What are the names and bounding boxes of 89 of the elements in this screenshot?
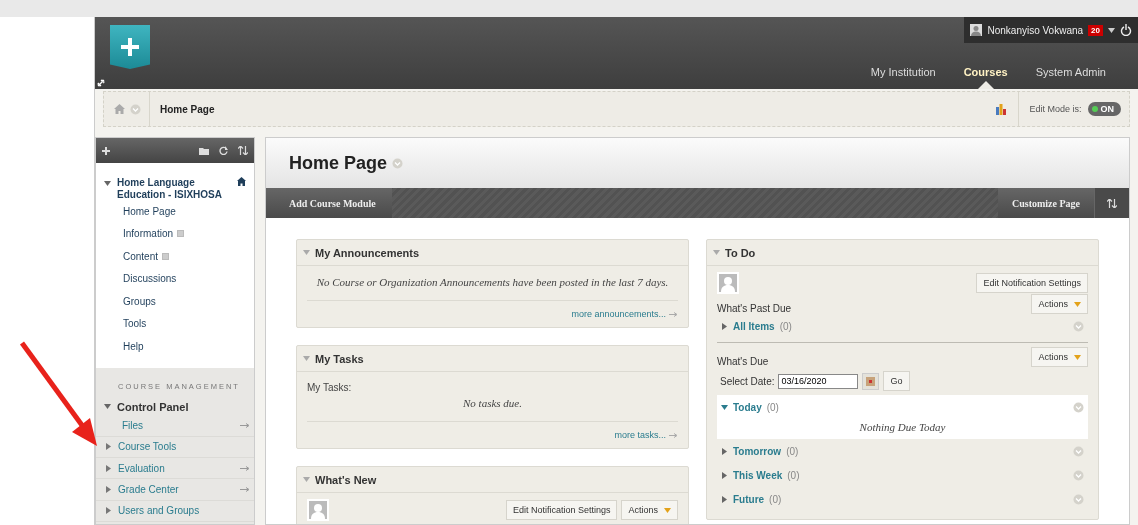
menu-link[interactable]: Users and Groups <box>112 505 250 517</box>
module-title: What's New <box>315 473 377 486</box>
module-title: My Tasks <box>315 352 364 365</box>
menu-link[interactable]: Home Page <box>123 205 176 217</box>
arrow-icon[interactable] <box>669 311 678 317</box>
menu-link[interactable]: Grade Center <box>112 484 240 496</box>
control-panel-heading[interactable]: Control Panel <box>117 400 189 413</box>
nav-tab[interactable]: System Admin <box>1021 60 1120 89</box>
home-icon[interactable] <box>237 177 246 186</box>
expand-triangle-icon[interactable] <box>721 447 728 455</box>
caret-icon <box>664 507 671 513</box>
tasks-label: My Tasks: <box>307 381 353 393</box>
power-icon[interactable] <box>1120 24 1132 36</box>
collapse-triangle-icon[interactable] <box>104 403 111 410</box>
section-label: What's Past Due <box>717 302 792 314</box>
expand-triangle-icon[interactable] <box>105 507 112 515</box>
expand-triangle-icon[interactable] <box>721 471 728 479</box>
avatar-placeholder <box>717 272 739 294</box>
notification-badge[interactable]: 20 <box>1088 24 1103 36</box>
course-title[interactable]: Home Language Education - ISIXHOSA <box>117 177 231 200</box>
module-title: My Announcements <box>315 246 420 259</box>
item-count: (0) <box>787 469 801 481</box>
collapse-triangle-icon[interactable] <box>721 403 728 411</box>
menu-link[interactable]: Information <box>123 228 174 240</box>
edit-mode-toggle[interactable]: ON <box>1087 102 1121 116</box>
user-icon <box>970 24 983 36</box>
expand-triangle-icon[interactable] <box>105 486 112 494</box>
caret-icon <box>1074 301 1081 307</box>
more-link[interactable]: more tasks... <box>614 430 666 440</box>
item-count: (0) <box>769 493 783 505</box>
user-name[interactable]: Nonkanyiso Vokwana <box>987 24 1084 36</box>
customize-page-button[interactable]: Customize Page <box>997 188 1094 218</box>
folder-icon[interactable] <box>199 146 209 155</box>
sort-icon[interactable] <box>238 146 248 155</box>
section-label: What's Due <box>717 355 769 367</box>
nav-tab[interactable]: My Institution <box>856 60 950 89</box>
group-link[interactable]: Tomorrow <box>733 445 782 457</box>
group-link[interactable]: Today <box>733 401 762 413</box>
expand-triangle-icon[interactable] <box>105 464 112 472</box>
item-count: (0) <box>779 320 793 332</box>
date-field[interactable]: 03/16/2020 <box>778 373 859 389</box>
menu-link[interactable]: Course Tools <box>112 441 250 453</box>
date-label: Select Date: <box>720 375 775 387</box>
empty-message: No tasks due. <box>462 396 523 411</box>
menu-link[interactable]: Discussions <box>123 273 177 285</box>
caret-icon <box>1074 354 1081 360</box>
arrow-icon[interactable] <box>240 465 250 471</box>
menu-link[interactable]: Groups <box>123 295 156 307</box>
expand-triangle-icon[interactable] <box>721 322 728 330</box>
menu-link[interactable]: Files <box>105 420 240 432</box>
settings-button[interactable]: Edit Notification Settings <box>976 273 1088 293</box>
settings-button[interactable]: Edit Notification Settings <box>505 500 618 520</box>
add-course-module-button[interactable]: Add Course Module <box>266 188 392 218</box>
calendar-button[interactable] <box>862 372 880 390</box>
empty-message: No Course or Organization Announcements have been posted in the last 7 days. <box>315 275 670 290</box>
chart-icon[interactable] <box>996 103 1007 115</box>
content-area-icon <box>162 252 170 260</box>
collapse-triangle-icon[interactable] <box>104 180 111 187</box>
actions-button[interactable]: Actions <box>1031 294 1088 314</box>
arrow-icon[interactable] <box>240 487 250 493</box>
avatar-placeholder <box>307 499 329 521</box>
expand-triangle-icon[interactable] <box>721 495 728 503</box>
menu-link[interactable]: Evaluation <box>112 462 240 474</box>
menu-link[interactable]: Content <box>123 250 159 262</box>
plus-logo-icon[interactable] <box>110 25 150 69</box>
content-area-icon <box>177 230 185 238</box>
caret-icon[interactable] <box>1108 27 1115 33</box>
more-link[interactable]: more announcements... <box>571 309 666 319</box>
arrow-icon[interactable] <box>240 423 250 429</box>
menu-link[interactable]: Tools <box>123 318 147 330</box>
go-button[interactable]: Go <box>883 371 910 391</box>
item-count: (0) <box>786 445 800 457</box>
add-icon[interactable] <box>102 146 110 155</box>
breadcrumb-text[interactable]: Home Page <box>150 103 997 115</box>
arrow-icon[interactable] <box>669 432 678 438</box>
group-link[interactable]: This Week <box>733 469 783 481</box>
actions-button[interactable]: Actions <box>621 500 678 520</box>
item-count: (0) <box>766 401 780 413</box>
module-title: To Do <box>725 246 756 259</box>
expand-triangle-icon[interactable] <box>105 443 112 451</box>
group-link[interactable]: All Items <box>733 320 775 332</box>
refresh-icon[interactable] <box>219 146 228 155</box>
menu-link[interactable]: Help <box>123 340 144 352</box>
edit-mode-label: Edit Mode is: <box>1029 104 1082 114</box>
actions-button[interactable]: Actions <box>1031 347 1088 367</box>
page-title: Home Page <box>289 152 388 174</box>
group-link[interactable]: Future <box>733 493 765 505</box>
empty-message: Nothing Due Today <box>717 419 1088 439</box>
sort-icon[interactable] <box>1107 198 1117 208</box>
